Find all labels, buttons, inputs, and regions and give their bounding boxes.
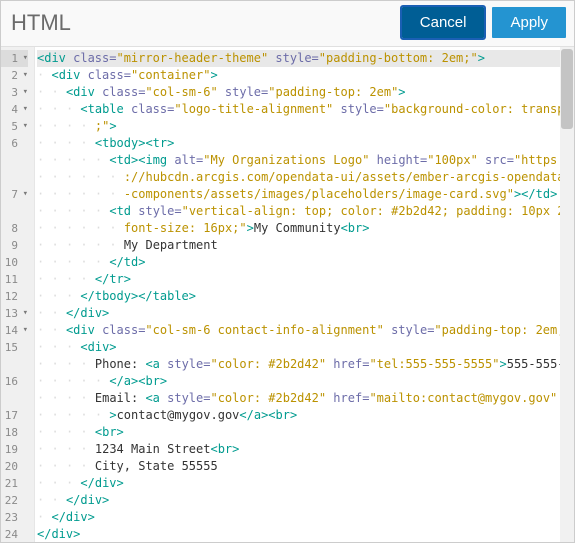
line-number: 8: [1, 220, 28, 237]
code-line: · · </div>: [37, 305, 574, 322]
line-number: 12: [1, 288, 28, 305]
button-group: Cancel Apply: [402, 7, 566, 38]
code-line: · · </div>: [37, 492, 574, 509]
line-gutter: 1▾2▾3▾4▾5▾67▾8910111213▾14▾1516171819202…: [1, 47, 35, 542]
line-number: [1, 356, 28, 373]
line-number: 15: [1, 339, 28, 356]
line-number: [1, 203, 28, 220]
code-line: · · · · · </a><br>: [37, 373, 574, 390]
code-content[interactable]: <div class="mirror-header-theme" style="…: [35, 47, 574, 542]
fold-icon[interactable]: ▾: [21, 305, 28, 322]
code-line: · · · · <br>: [37, 424, 574, 441]
line-number: 7▾: [1, 186, 28, 203]
code-line: · · · </div>: [37, 475, 574, 492]
fold-icon[interactable]: ▾: [21, 67, 28, 84]
line-number: 20: [1, 458, 28, 475]
code-line: · · · <table class="logo-title-alignment…: [37, 101, 574, 118]
code-line: <div class="mirror-header-theme" style="…: [37, 50, 574, 67]
code-line: · · · · · · ://hubcdn.arcgis.com/opendat…: [37, 169, 574, 186]
line-number: 5▾: [1, 118, 28, 135]
line-number: 10: [1, 254, 28, 271]
code-line: · · · · · · My Department: [37, 237, 574, 254]
dialog-title: HTML: [11, 10, 71, 36]
line-number: 18: [1, 424, 28, 441]
apply-button[interactable]: Apply: [492, 7, 566, 38]
line-number: 13▾: [1, 305, 28, 322]
code-line: · · · · City, State 55555: [37, 458, 574, 475]
line-number: 19: [1, 441, 28, 458]
code-line: · · · · 1234 Main Street<br>: [37, 441, 574, 458]
fold-icon[interactable]: ▾: [21, 84, 28, 101]
fold-icon[interactable]: ▾: [21, 322, 28, 339]
line-number: 16: [1, 373, 28, 390]
code-line: · · · · Email: <a style="color: #2b2d42"…: [37, 390, 574, 407]
line-number: [1, 152, 28, 169]
line-number: 2▾: [1, 67, 28, 84]
line-number: 1▾: [1, 50, 28, 67]
code-line: · · · · · >contact@mygov.gov</a><br>: [37, 407, 574, 424]
line-number: 9: [1, 237, 28, 254]
line-number: 11: [1, 271, 28, 288]
fold-icon[interactable]: ▾: [21, 186, 28, 203]
cancel-button[interactable]: Cancel: [402, 7, 485, 38]
dialog-header: HTML Cancel Apply: [1, 1, 574, 47]
line-number: [1, 390, 28, 407]
code-line: · · · · · <td><img alt="My Organizations…: [37, 152, 574, 169]
line-number: 21: [1, 475, 28, 492]
code-line: · · · · · <td style="vertical-align: top…: [37, 203, 574, 220]
fold-icon[interactable]: ▾: [21, 50, 28, 67]
code-line: · · · <div>: [37, 339, 574, 356]
code-line: · · <div class="col-sm-6" style="padding…: [37, 84, 574, 101]
line-number: 14▾: [1, 322, 28, 339]
line-number: 6: [1, 135, 28, 152]
fold-icon[interactable]: ▾: [21, 101, 28, 118]
code-line: · · · · </tr>: [37, 271, 574, 288]
line-number: 4▾: [1, 101, 28, 118]
code-line: </div>: [37, 526, 574, 542]
line-number: 23: [1, 509, 28, 526]
code-line: · <div class="container">: [37, 67, 574, 84]
line-number: [1, 169, 28, 186]
line-number: 22: [1, 492, 28, 509]
code-line: · · · · · </td>: [37, 254, 574, 271]
line-number: 17: [1, 407, 28, 424]
code-line: · </div>: [37, 509, 574, 526]
code-editor[interactable]: 1▾2▾3▾4▾5▾67▾8910111213▾14▾1516171819202…: [1, 47, 574, 542]
code-line: · · · · · · font-size: 16px;">My Communi…: [37, 220, 574, 237]
code-line: · · · · <tbody><tr>: [37, 135, 574, 152]
code-line: · · · · Phone: <a style="color: #2b2d42"…: [37, 356, 574, 373]
code-line: · · · </tbody></table>: [37, 288, 574, 305]
scrollbar-track[interactable]: [560, 47, 574, 542]
scrollbar-thumb[interactable]: [561, 49, 573, 129]
fold-icon[interactable]: ▾: [21, 118, 28, 135]
line-number: 24: [1, 526, 28, 542]
code-line: · · <div class="col-sm-6 contact-info-al…: [37, 322, 574, 339]
line-number: 3▾: [1, 84, 28, 101]
code-line: · · · · · · -components/assets/images/pl…: [37, 186, 574, 203]
code-line: · · · · ;">: [37, 118, 574, 135]
